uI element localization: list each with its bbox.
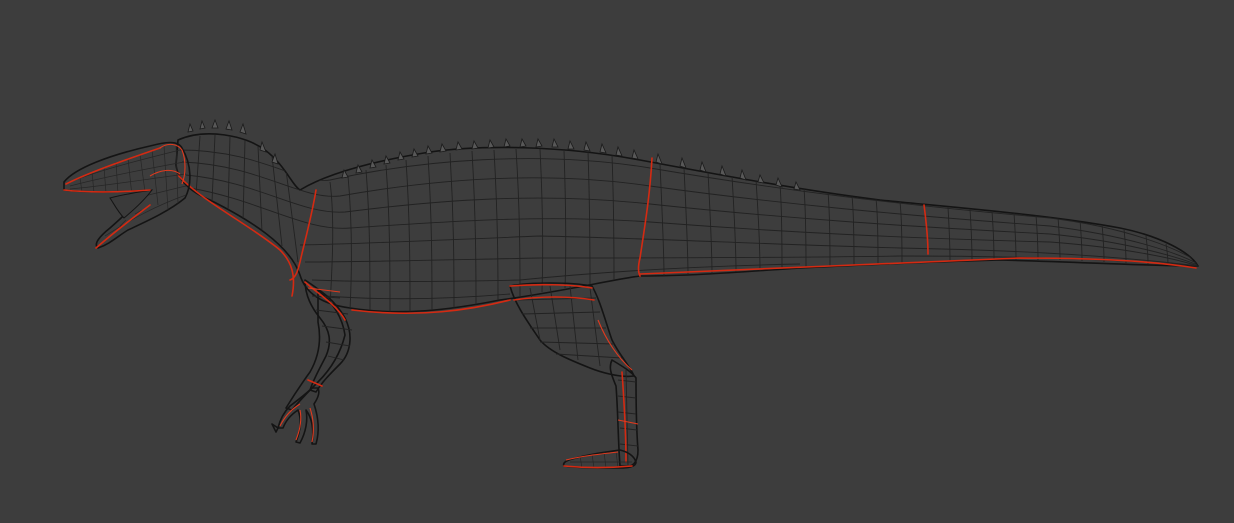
3d-viewport[interactable] [0, 0, 1234, 523]
seam-ankle-ring [617, 419, 639, 425]
seam-foot [563, 465, 633, 469]
seam-elbow [307, 287, 341, 293]
dinosaur-body [175, 133, 1199, 313]
seam-ankle [621, 371, 627, 463]
near-hand [271, 387, 320, 445]
body-wireframe [179, 134, 1198, 312]
seam-tail [923, 204, 929, 255]
seam-jaw [63, 189, 151, 193]
mesh-canvas [63, 118, 1199, 469]
mouth-opening [109, 189, 154, 219]
